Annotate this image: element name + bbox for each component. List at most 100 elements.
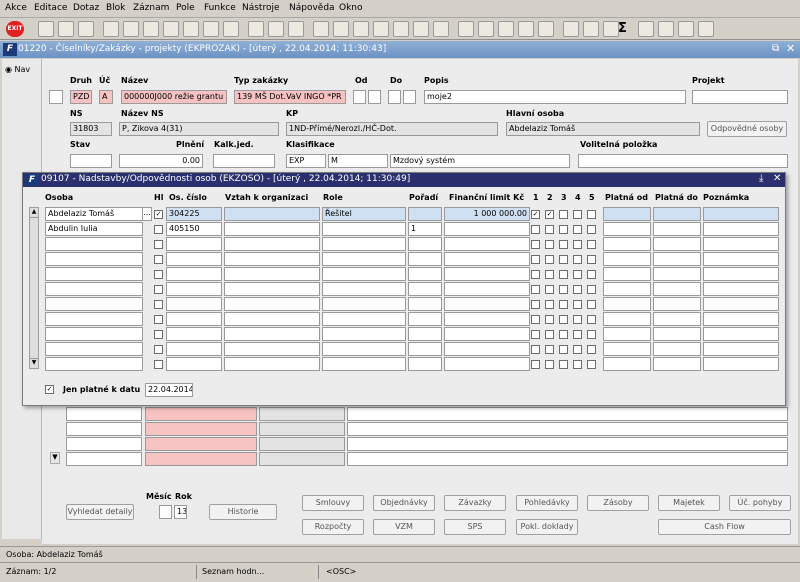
checkbox-c1[interactable] [531, 270, 540, 279]
print-icon[interactable] [163, 21, 179, 37]
checkbox-c3[interactable] [559, 285, 568, 294]
checkbox-c3[interactable] [559, 300, 568, 309]
enter-query-icon[interactable] [103, 21, 119, 37]
cell-vztah[interactable] [224, 237, 320, 251]
checkbox-c2[interactable] [545, 315, 554, 324]
jen-platne-date-field[interactable]: 22.04.2014 [145, 383, 193, 397]
cell-vztah[interactable] [224, 297, 320, 311]
checkbox-c4[interactable] [573, 240, 582, 249]
zasoby-button[interactable]: Zásoby [587, 495, 649, 511]
cell-poznamka[interactable] [703, 282, 779, 296]
cell-limit[interactable] [444, 297, 530, 311]
cell-platna-od[interactable] [603, 327, 651, 341]
cell-vztah[interactable] [224, 252, 320, 266]
cell-osoba[interactable] [45, 237, 143, 251]
new-record-icon[interactable] [38, 21, 54, 37]
cell-os-cislo[interactable]: 405150 [166, 222, 222, 236]
menu-okno[interactable]: Okno [339, 3, 363, 13]
menu-blok[interactable]: Blok [106, 3, 125, 13]
close-icon[interactable]: ✕ [786, 42, 795, 55]
table-icon[interactable] [583, 21, 599, 37]
projekt-field[interactable] [692, 90, 788, 104]
calculator-icon[interactable] [563, 21, 579, 37]
cell-vztah[interactable] [224, 282, 320, 296]
checkbox-c3[interactable] [559, 210, 568, 219]
dialog-scrollbar[interactable]: ▲ ▼ [29, 207, 39, 369]
plneni-field[interactable]: 0.00 [119, 154, 203, 168]
menu-funkce[interactable]: Funkce [204, 3, 236, 13]
cell-os-cislo[interactable] [166, 327, 222, 341]
copy-icon[interactable] [268, 21, 284, 37]
sigma-icon[interactable]: Σ [618, 21, 634, 37]
delete-record-icon[interactable] [78, 21, 94, 37]
jen-platne-checkbox[interactable]: ✓ [45, 385, 54, 394]
cell-osoba[interactable]: Abdulin Iulia [45, 222, 143, 236]
insert-row-icon[interactable] [393, 21, 409, 37]
cell-vztah[interactable] [224, 327, 320, 341]
checkbox-c1[interactable] [531, 285, 540, 294]
export-icon[interactable] [658, 21, 674, 37]
scroll-up-icon[interactable]: ▲ [30, 208, 38, 218]
checkbox-c4[interactable] [573, 270, 582, 279]
cell-osoba[interactable] [45, 282, 143, 296]
checkbox-c1[interactable] [531, 315, 540, 324]
cell-platna-od[interactable] [603, 222, 651, 236]
checkbox-c3[interactable] [559, 345, 568, 354]
odpovedne-osoby-button[interactable]: Odpovědné osoby [707, 121, 787, 137]
cell-platna-od[interactable] [603, 342, 651, 356]
checkbox-c5[interactable] [587, 345, 596, 354]
smlouvy-button[interactable]: Smlouvy [302, 495, 364, 511]
next-record-icon[interactable] [353, 21, 369, 37]
od-field-2[interactable] [368, 90, 381, 104]
menu-editace[interactable]: Editace [34, 3, 67, 13]
cell-os-cislo[interactable] [166, 282, 222, 296]
filter-icon[interactable] [223, 21, 239, 37]
cell-role[interactable] [322, 267, 406, 281]
klasifikace-desc-field[interactable]: Mzdový systém [390, 154, 570, 168]
cell-platna-do[interactable] [653, 327, 701, 341]
checkbox-hl[interactable] [154, 255, 163, 264]
cell-osoba[interactable] [45, 267, 143, 281]
list-values-button[interactable]: ... [142, 207, 152, 221]
checkbox-c3[interactable] [559, 225, 568, 234]
cell-os-cislo[interactable] [166, 237, 222, 251]
checkbox-c4[interactable] [573, 255, 582, 264]
volitelna-polozka-field[interactable] [578, 154, 788, 168]
uc-pohyby-button[interactable]: Úč. pohyby [729, 495, 791, 511]
cell-poradi[interactable] [408, 357, 442, 371]
cell-platna-do[interactable] [653, 357, 701, 371]
zavazky-button[interactable]: Závazky [444, 495, 506, 511]
cell-poradi[interactable] [408, 312, 442, 326]
checkbox-c5[interactable] [587, 255, 596, 264]
cell-poradi[interactable] [408, 207, 442, 221]
checkbox-c2[interactable] [545, 255, 554, 264]
rozpocty-button[interactable]: Rozpočty [302, 519, 364, 535]
cell-role[interactable]: Řešitel [322, 207, 406, 221]
cell-limit[interactable] [444, 252, 530, 266]
bg-table-cell[interactable] [259, 452, 345, 466]
nav-label[interactable]: ◉ Nav [5, 65, 30, 74]
cell-osoba[interactable] [45, 297, 143, 311]
cell-os-cislo[interactable] [166, 252, 222, 266]
menu-napoveda[interactable]: Nápověda [289, 3, 335, 13]
checkbox-c2[interactable] [545, 225, 554, 234]
cell-limit[interactable] [444, 267, 530, 281]
cell-poznamka[interactable] [703, 237, 779, 251]
cell-platna-od[interactable] [603, 252, 651, 266]
cell-role[interactable] [322, 282, 406, 296]
bg-table-cell[interactable] [145, 452, 257, 466]
bg-table-cell[interactable] [145, 407, 257, 421]
rok-field[interactable]: 13 [174, 505, 187, 519]
pokl-doklady-button[interactable]: Pokl. doklady [516, 519, 578, 535]
checkbox-c1[interactable] [531, 330, 540, 339]
klasifikace-m-field[interactable]: M [328, 154, 388, 168]
checkbox-c4[interactable] [573, 315, 582, 324]
cell-poradi[interactable] [408, 327, 442, 341]
kalk-jed-field[interactable] [213, 154, 275, 168]
checkbox-c3[interactable] [559, 255, 568, 264]
bg-table-cell[interactable] [259, 407, 345, 421]
checkbox-c2[interactable] [545, 300, 554, 309]
cell-platna-do[interactable] [653, 222, 701, 236]
nazev-field[interactable]: 000000J000 režie grantu II [121, 90, 227, 104]
checkbox-c5[interactable] [587, 285, 596, 294]
